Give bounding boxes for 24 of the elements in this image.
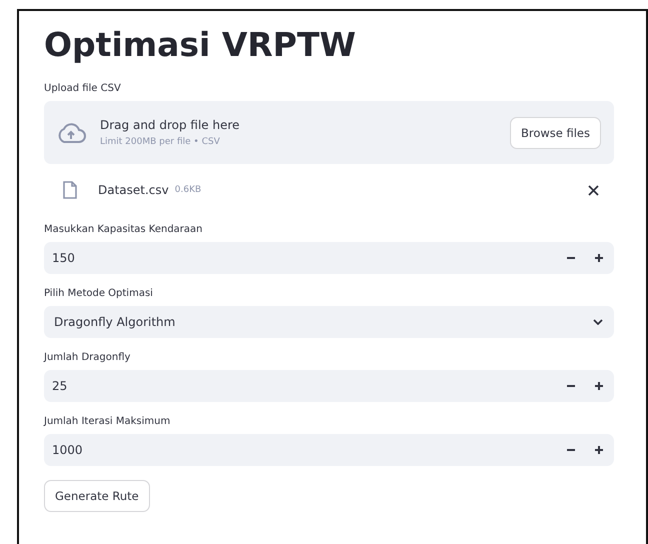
close-icon[interactable] xyxy=(588,184,599,196)
generate-button[interactable]: Generate Rute xyxy=(44,480,150,512)
browse-files-button[interactable]: Browse files xyxy=(510,116,601,148)
dropzone-title: Drag and drop file here xyxy=(100,118,241,132)
dropzone-hint: Limit 200MB per file • CSV xyxy=(100,137,221,147)
number-input[interactable]: 1000 xyxy=(44,434,614,466)
file-size: 0.6KB xyxy=(174,185,202,195)
upload-cloud-icon xyxy=(56,122,86,144)
plus-icon[interactable] xyxy=(595,446,603,454)
plus-icon[interactable] xyxy=(595,382,603,390)
chevron-down-icon[interactable] xyxy=(593,319,603,325)
page-title: Optimasi VRPTW xyxy=(44,25,357,65)
file-dropzone[interactable]: Drag and drop file here Limit 200MB per file • CSV Browse files xyxy=(44,101,614,164)
field-label: Masukkan Kapasitas Kendaraan xyxy=(44,224,204,235)
field-label: Pilih Metode Optimasi xyxy=(44,288,154,299)
file-name: Dataset.csv xyxy=(98,183,169,197)
file-icon xyxy=(63,181,77,199)
dropdown-select[interactable]: Dragonfly Algorithm xyxy=(44,306,614,338)
field-label: Upload file CSV xyxy=(44,83,122,94)
field-label: Jumlah Iterasi Maksimum xyxy=(44,416,172,427)
field-label: Jumlah Dragonfly xyxy=(44,352,132,363)
number-input[interactable]: 150 xyxy=(44,242,614,274)
plus-icon[interactable] xyxy=(595,254,603,262)
number-input[interactable]: 25 xyxy=(44,370,614,402)
